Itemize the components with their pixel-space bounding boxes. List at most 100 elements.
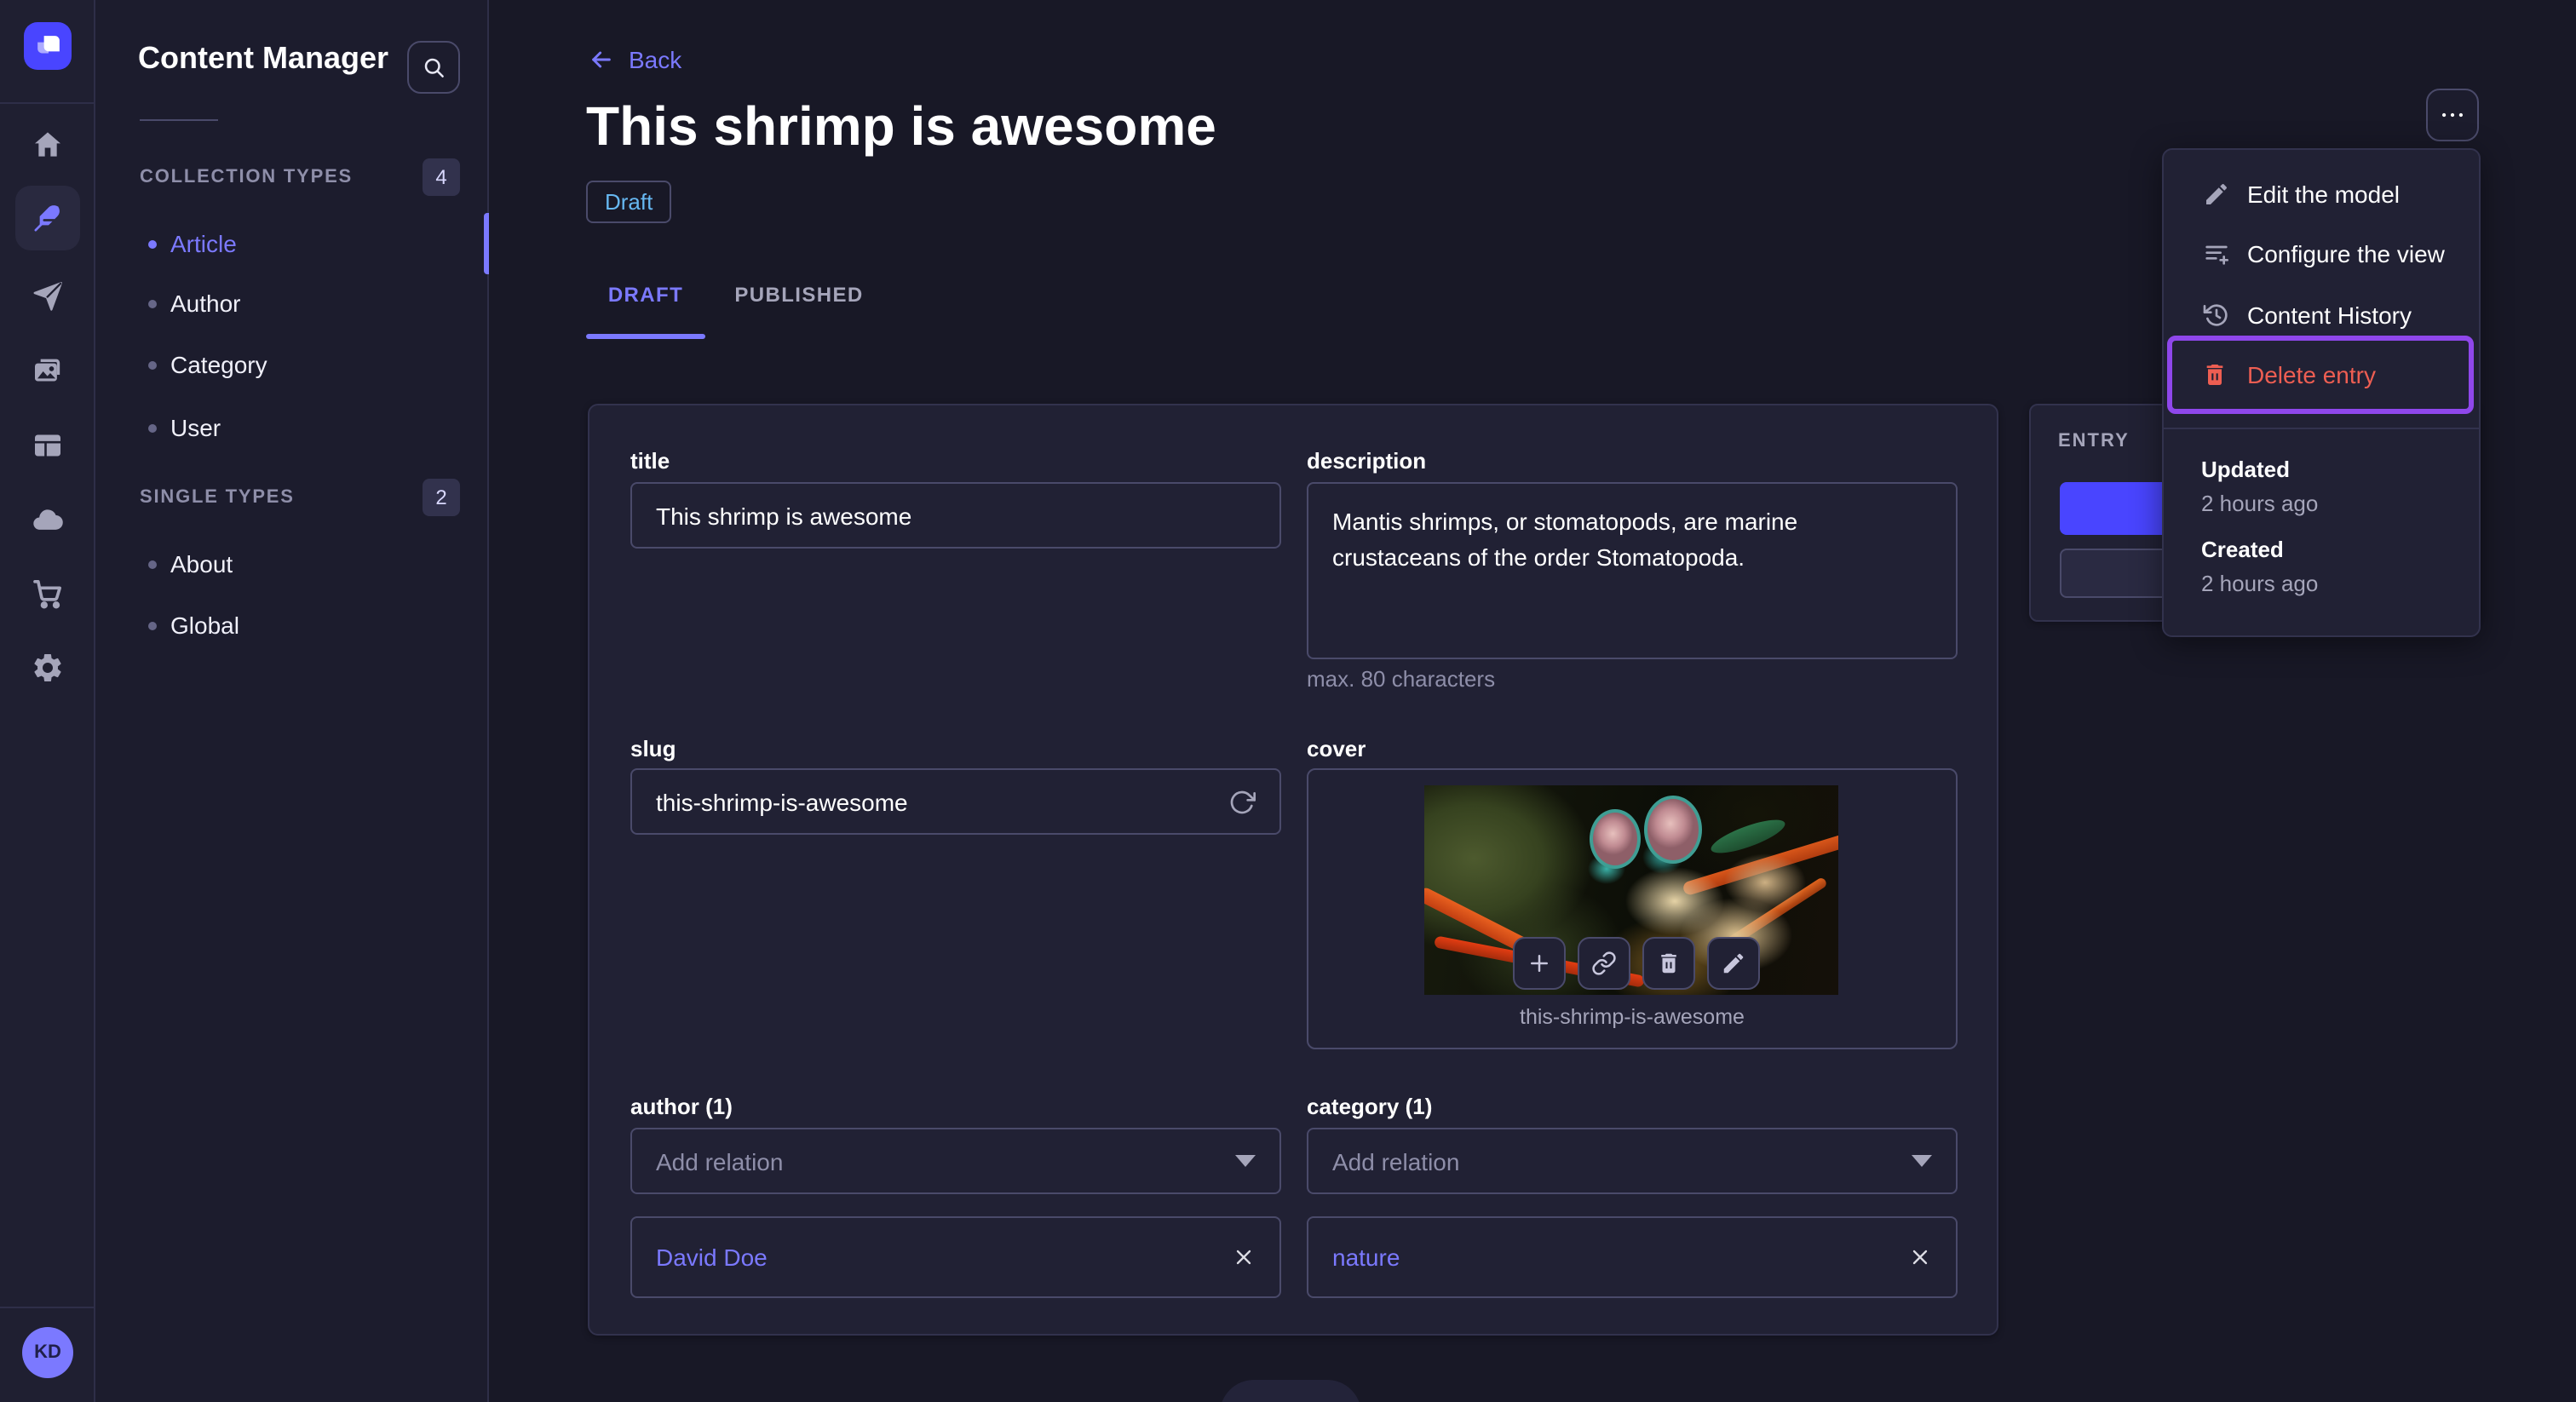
updated-value: 2 hours ago	[2201, 491, 2319, 516]
description-value: Mantis shrimps, or stomatopods, are mari…	[1332, 508, 1798, 571]
trash-icon	[2201, 360, 2230, 389]
list-plus-icon	[2201, 239, 2230, 268]
section-collection-types: COLLECTION TYPES	[140, 167, 354, 187]
title-input[interactable]: This shrimp is awesome	[630, 482, 1281, 549]
floating-widget[interactable]	[1220, 1380, 1361, 1402]
cover-toolbar	[1513, 937, 1760, 990]
delete-media-button[interactable]	[1642, 937, 1695, 990]
menu-item-edit-model[interactable]: Edit the model	[2164, 164, 2482, 225]
bullet-icon	[148, 560, 157, 568]
menu-item-label: Edit the model	[2247, 181, 2400, 208]
cover-field-label: cover	[1307, 736, 1366, 761]
sidebar-item-user[interactable]: User	[95, 397, 489, 458]
deploy-cloud-icon[interactable]	[31, 503, 65, 537]
sidebar-item-label: Article	[170, 230, 237, 257]
bullet-icon	[148, 360, 157, 369]
edit-form-panel: title This shrimp is awesome description…	[588, 404, 1998, 1336]
created-value: 2 hours ago	[2201, 571, 2319, 596]
sidebar-item-global[interactable]: Global	[95, 595, 489, 656]
updated-label: Updated	[2201, 457, 2290, 482]
sidebar-item-label: Category	[170, 351, 267, 378]
subnav-divider	[140, 119, 218, 121]
sidebar-item-about[interactable]: About	[95, 533, 489, 595]
active-item-indicator	[484, 213, 489, 274]
author-relation-combobox[interactable]: Add relation	[630, 1128, 1281, 1194]
shrimp-fin	[1707, 813, 1789, 860]
navbar-bottom-divider	[0, 1307, 95, 1308]
menu-item-configure-view[interactable]: Configure the view	[2164, 223, 2482, 284]
regenerate-slug-icon[interactable]	[1228, 788, 1256, 815]
history-icon	[2201, 301, 2230, 330]
section-single-types: SINGLE TYPES	[140, 487, 295, 508]
bullet-icon	[148, 299, 157, 307]
single-types-count-badge: 2	[423, 479, 460, 516]
sidebar-item-label: About	[170, 550, 233, 577]
back-label: Back	[629, 46, 682, 73]
content-manager-subnav: Content Manager COLLECTION TYPES 4 Artic…	[95, 0, 489, 1402]
active-tab-underline	[586, 334, 705, 339]
description-hint: max. 80 characters	[1307, 666, 1496, 692]
content-manager-icon[interactable]	[31, 201, 65, 235]
back-link[interactable]: Back	[588, 46, 681, 73]
relation-link-nature[interactable]: nature	[1332, 1244, 1908, 1271]
bullet-icon	[148, 239, 157, 248]
more-actions-button[interactable]	[2426, 89, 2479, 141]
slug-input[interactable]: this-shrimp-is-awesome	[630, 768, 1281, 835]
cover-image-preview	[1424, 785, 1838, 995]
menu-item-label: Content History	[2247, 302, 2412, 329]
sidebar-item-author[interactable]: Author	[95, 273, 489, 334]
more-actions-menu: Edit the model Configure the view Conten…	[2162, 148, 2481, 637]
copy-link-button[interactable]	[1578, 937, 1630, 990]
entry-panel-label: ENTRY	[2058, 431, 2130, 451]
sidebar-item-category[interactable]: Category	[95, 334, 489, 395]
sidebar-item-label: Global	[170, 612, 239, 639]
strapi-logo-icon	[37, 35, 59, 53]
search-icon	[424, 58, 444, 78]
description-textarea[interactable]: Mantis shrimps, or stomatopods, are mari…	[1307, 482, 1958, 659]
author-relation-item: David Doe	[630, 1216, 1281, 1298]
avatar-initials: KD	[34, 1342, 61, 1363]
category-relation-item: nature	[1307, 1216, 1958, 1298]
plus-icon	[1531, 955, 1548, 972]
menu-divider	[2164, 428, 2479, 429]
home-icon[interactable]	[31, 128, 65, 162]
marketplace-cart-icon[interactable]	[31, 576, 65, 610]
pencil-icon	[2201, 180, 2230, 209]
remove-relation-icon[interactable]	[1908, 1245, 1932, 1269]
releases-icon[interactable]	[31, 279, 65, 313]
page-title: This shrimp is awesome	[586, 95, 1216, 157]
tab-draft[interactable]: DRAFT	[586, 283, 705, 307]
media-library-icon[interactable]	[31, 353, 65, 387]
add-media-button[interactable]	[1513, 937, 1566, 990]
category-field-label: category (1)	[1307, 1094, 1433, 1119]
sidebar-item-article[interactable]: Article	[95, 213, 489, 274]
shrimp-body	[1724, 853, 1806, 911]
category-relation-combobox[interactable]: Add relation	[1307, 1128, 1958, 1194]
edit-media-button[interactable]	[1707, 937, 1760, 990]
remove-relation-icon[interactable]	[1232, 1245, 1256, 1269]
category-relation-placeholder: Add relation	[1332, 1147, 1460, 1175]
strapi-logo[interactable]	[24, 22, 72, 70]
strapi-admin-app: KD Content Manager COLLECTION TYPES 4 Ar…	[0, 0, 2576, 1402]
chevron-down-icon	[1912, 1155, 1932, 1167]
ellipsis-icon	[2441, 112, 2464, 118]
cover-caption: this-shrimp-is-awesome	[1520, 1005, 1745, 1029]
settings-gear-icon[interactable]	[31, 651, 65, 685]
tab-published[interactable]: PUBLISHED	[731, 283, 867, 307]
bullet-icon	[148, 621, 157, 629]
title-field-label: title	[630, 448, 670, 474]
author-relation-placeholder: Add relation	[656, 1147, 784, 1175]
created-label: Created	[2201, 537, 2284, 562]
navbar-divider	[0, 102, 95, 104]
search-button[interactable]	[407, 41, 460, 94]
menu-item-delete-entry[interactable]: Delete entry	[2167, 336, 2474, 414]
trash-icon	[1661, 953, 1676, 974]
bullet-icon	[148, 423, 157, 432]
user-avatar[interactable]: KD	[22, 1327, 73, 1378]
status-badge: Draft	[586, 181, 672, 223]
description-field-label: description	[1307, 448, 1427, 474]
content-type-builder-icon[interactable]	[31, 428, 65, 462]
relation-link-david-doe[interactable]: David Doe	[656, 1244, 1232, 1271]
sidebar-item-label: User	[170, 414, 221, 441]
arrow-left-icon	[592, 51, 611, 68]
